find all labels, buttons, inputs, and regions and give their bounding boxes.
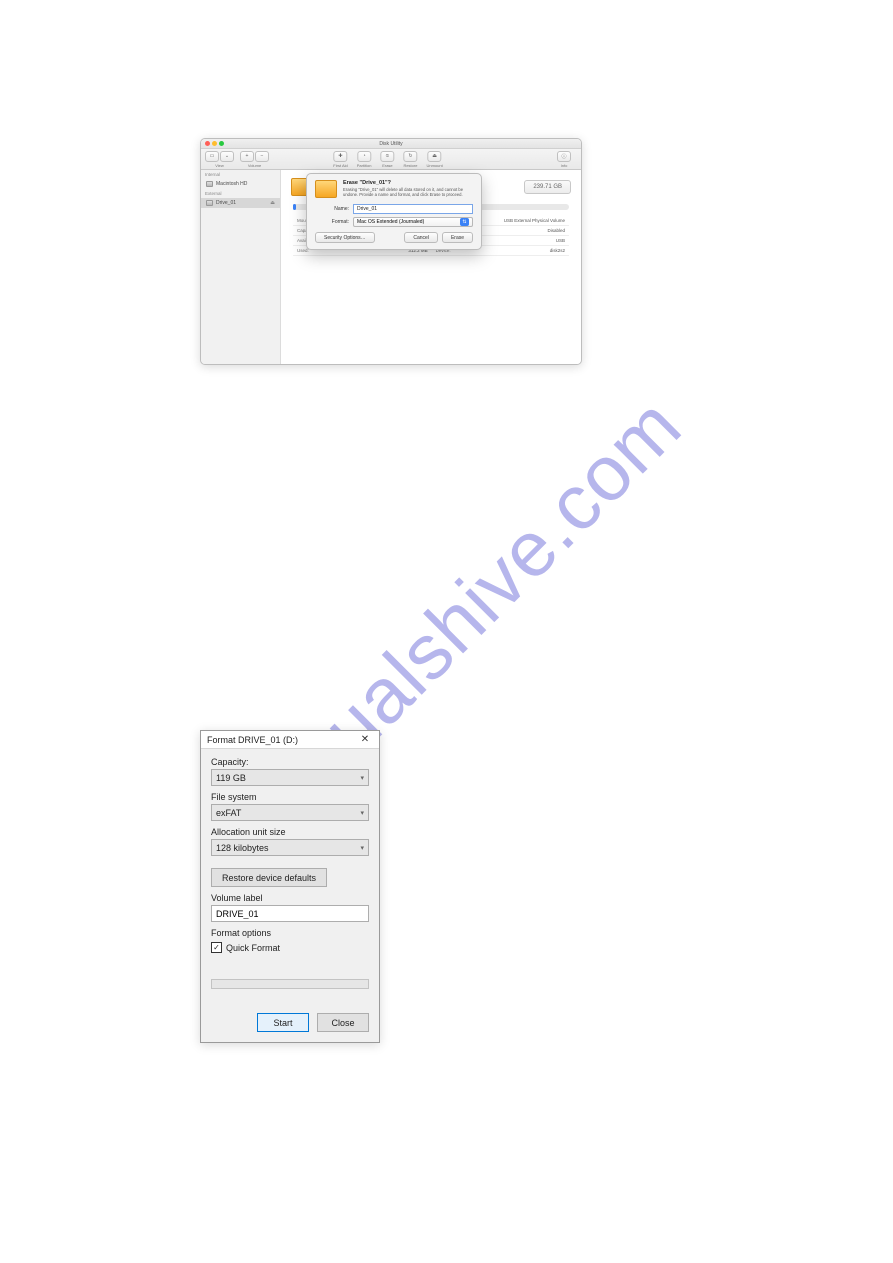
- traffic-lights: [205, 141, 224, 146]
- sheet-desc: Erasing "Drive_01" will delete all data …: [343, 187, 473, 198]
- dialog-title: Format DRIVE_01 (D:): [207, 735, 298, 745]
- usage-fill: [293, 204, 296, 210]
- restore-button[interactable]: ↻: [403, 151, 417, 162]
- erase-confirm-button[interactable]: Erase: [442, 232, 473, 243]
- sidebar-item-macintosh-hd[interactable]: Macintosh HD: [201, 179, 280, 189]
- capacity-select[interactable]: 119 GB ▾: [211, 769, 369, 786]
- disk-utility-window: Disk Utility ▭ ⌄ View + − Volume ✚ First…: [200, 138, 582, 365]
- sidebar-head-internal: Internal: [201, 170, 280, 179]
- allocation-label: Allocation unit size: [211, 827, 369, 837]
- info-button[interactable]: ⓘ: [557, 151, 571, 162]
- filesystem-value: exFAT: [216, 808, 241, 818]
- info-label: Info: [561, 163, 568, 168]
- close-icon: ✕: [361, 734, 369, 745]
- sheet-drive-icon: [315, 180, 337, 198]
- zoom-dot-icon[interactable]: [219, 141, 224, 146]
- view-sidebar-button[interactable]: ▭: [205, 151, 219, 162]
- hd-icon: [206, 181, 213, 187]
- partition-button[interactable]: ◔: [357, 151, 371, 162]
- volume-label-label: Volume label: [211, 893, 369, 903]
- unmount-button[interactable]: ⏏: [428, 151, 442, 162]
- close-dot-icon[interactable]: [205, 141, 210, 146]
- firstaid-button[interactable]: ✚: [334, 151, 348, 162]
- format-label: Format:: [315, 219, 349, 225]
- restore-label: Restore: [403, 163, 417, 168]
- capacity-value: 119 GB: [216, 773, 246, 783]
- erase-label: Erase: [382, 163, 392, 168]
- eject-icon[interactable]: ⏏: [270, 200, 275, 206]
- sheet-title: Erase "Drive_01"?: [343, 180, 473, 186]
- format-dialog: Format DRIVE_01 (D:) ✕ Capacity: 119 GB …: [200, 730, 380, 1043]
- info-val: USB: [475, 236, 569, 246]
- erase-sheet: Erase "Drive_01"? Erasing "Drive_01" wil…: [306, 173, 482, 250]
- mac-toolbar: ▭ ⌄ View + − Volume ✚ First Aid ◔ Partit…: [201, 149, 581, 170]
- progress-bar: [211, 979, 369, 989]
- format-options-label: Format options: [211, 928, 271, 938]
- name-input[interactable]: [353, 204, 473, 214]
- sidebar-item-drive01[interactable]: Drive_01 ⏏: [201, 198, 280, 208]
- window-title: Disk Utility: [379, 141, 402, 147]
- volume-add-button[interactable]: +: [240, 151, 254, 162]
- format-select[interactable]: Mac OS Extended (Journaled) ⇅: [353, 217, 473, 227]
- chevron-down-icon: ▾: [360, 844, 364, 852]
- filesystem-select[interactable]: exFAT ▾: [211, 804, 369, 821]
- quick-format-label: Quick Format: [226, 943, 280, 953]
- sidebar-item-label: Drive_01: [216, 200, 236, 206]
- chevron-down-icon: ▾: [360, 809, 364, 817]
- minimize-dot-icon[interactable]: [212, 141, 217, 146]
- allocation-value: 128 kilobytes: [216, 843, 269, 853]
- view-menu-button[interactable]: ⌄: [220, 151, 234, 162]
- sidebar-item-label: Macintosh HD: [216, 181, 247, 187]
- start-button[interactable]: Start: [257, 1013, 309, 1032]
- mac-titlebar: Disk Utility: [201, 139, 581, 149]
- volume-label: Volume: [248, 163, 261, 168]
- info-val: disk2s2: [475, 246, 569, 256]
- chevron-down-icon: ▾: [360, 774, 364, 782]
- unmount-label: Unmount: [426, 163, 442, 168]
- info-val: Disabled: [475, 226, 569, 236]
- view-label: View: [215, 163, 224, 168]
- close-button[interactable]: ✕: [353, 732, 377, 748]
- restore-defaults-button[interactable]: Restore device defaults: [211, 868, 327, 887]
- allocation-select[interactable]: 128 kilobytes ▾: [211, 839, 369, 856]
- sidebar-head-external: External: [201, 189, 280, 198]
- hd-icon: [206, 200, 213, 206]
- partition-label: Partition: [357, 163, 372, 168]
- quick-format-checkbox[interactable]: ✓: [211, 942, 222, 953]
- close-button-bottom[interactable]: Close: [317, 1013, 369, 1032]
- win-titlebar: Format DRIVE_01 (D:) ✕: [201, 731, 379, 749]
- cancel-button[interactable]: Cancel: [404, 232, 438, 243]
- mac-sidebar: Internal Macintosh HD External Drive_01 …: [201, 170, 281, 364]
- name-label: Name:: [315, 206, 349, 212]
- erase-button[interactable]: ⦸: [380, 151, 394, 162]
- check-icon: ✓: [213, 943, 220, 952]
- format-value: Mac OS Extended (Journaled): [357, 219, 424, 225]
- info-val: USB External Physical Volume: [475, 216, 569, 226]
- chevron-updown-icon: ⇅: [460, 218, 469, 226]
- volume-remove-button[interactable]: −: [255, 151, 269, 162]
- volume-label-input[interactable]: [211, 905, 369, 922]
- capacity-button[interactable]: 239.71 GB: [524, 180, 571, 194]
- firstaid-label: First Aid: [333, 163, 347, 168]
- filesystem-label: File system: [211, 792, 369, 802]
- capacity-label: Capacity:: [211, 757, 369, 767]
- security-options-button[interactable]: Security Options…: [315, 232, 375, 243]
